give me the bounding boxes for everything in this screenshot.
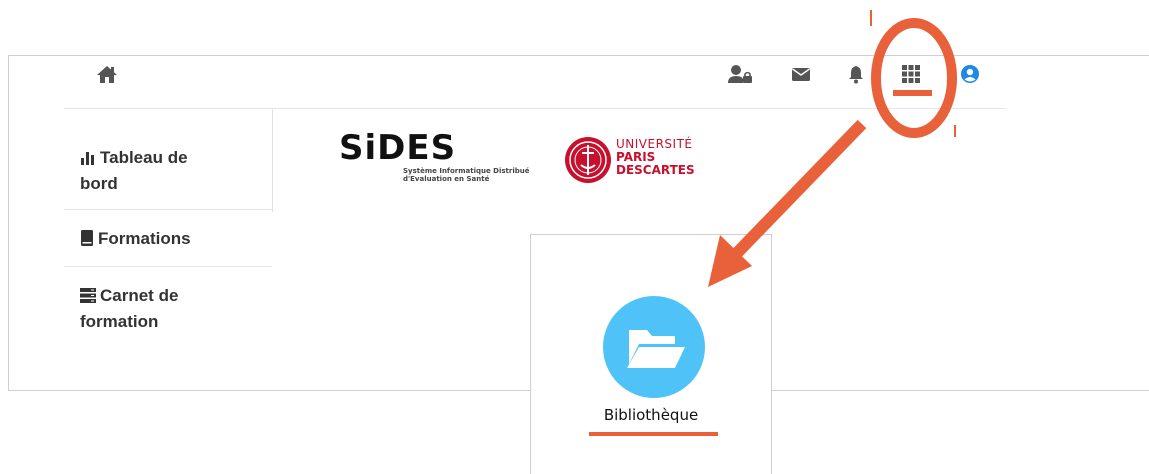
- sidebar-item-label: Tableau de: [100, 148, 188, 167]
- sides-subtitle-line2: d'Evaluation en Santé: [403, 175, 490, 183]
- sidebar-item-label-line2: formation: [80, 312, 159, 331]
- sidebar: Tableau de bord Formations Carnet de for…: [64, 109, 272, 347]
- annotation-bibliotheque-underline: [589, 432, 718, 436]
- bibliotheque-button[interactable]: [603, 296, 705, 398]
- sides-logo-text: SiDES: [339, 129, 456, 165]
- home-icon[interactable]: [96, 64, 118, 84]
- university-line3: DESCARTES: [616, 163, 695, 177]
- sidebar-item-formations[interactable]: Formations: [64, 210, 272, 267]
- sidebar-divider: [272, 109, 273, 212]
- sidebar-item-carnet-de-formation[interactable]: Carnet de formation: [64, 267, 272, 347]
- university-seal-icon: [565, 137, 611, 183]
- sides-logo: SiDES: [339, 129, 456, 165]
- sidebar-item-label-line2: bord: [80, 174, 118, 193]
- sidebar-item-label: Carnet de: [100, 286, 179, 305]
- book-icon: [81, 230, 93, 246]
- grid-apps-icon[interactable]: [902, 64, 920, 84]
- sidebar-item-label: Formations: [98, 229, 191, 248]
- user-lock-icon[interactable]: [727, 64, 753, 84]
- folder-open-icon: [627, 330, 685, 368]
- sidebar-item-tableau-de-bord[interactable]: Tableau de bord: [64, 109, 272, 210]
- user-circle-icon[interactable]: [960, 64, 980, 84]
- server-list-icon: [80, 288, 96, 303]
- chart-bar-icon: [81, 152, 94, 165]
- envelope-icon[interactable]: [791, 64, 811, 84]
- university-name: UNIVERSITÉ PARIS DESCARTES: [616, 138, 695, 177]
- sides-subtitle-line1: Système Informatique Distribué: [403, 167, 530, 175]
- sides-subtitle: Système Informatique Distribué d'Evaluat…: [403, 167, 530, 183]
- bell-icon[interactable]: [848, 64, 864, 84]
- bibliotheque-label[interactable]: Bibliothèque: [530, 406, 772, 424]
